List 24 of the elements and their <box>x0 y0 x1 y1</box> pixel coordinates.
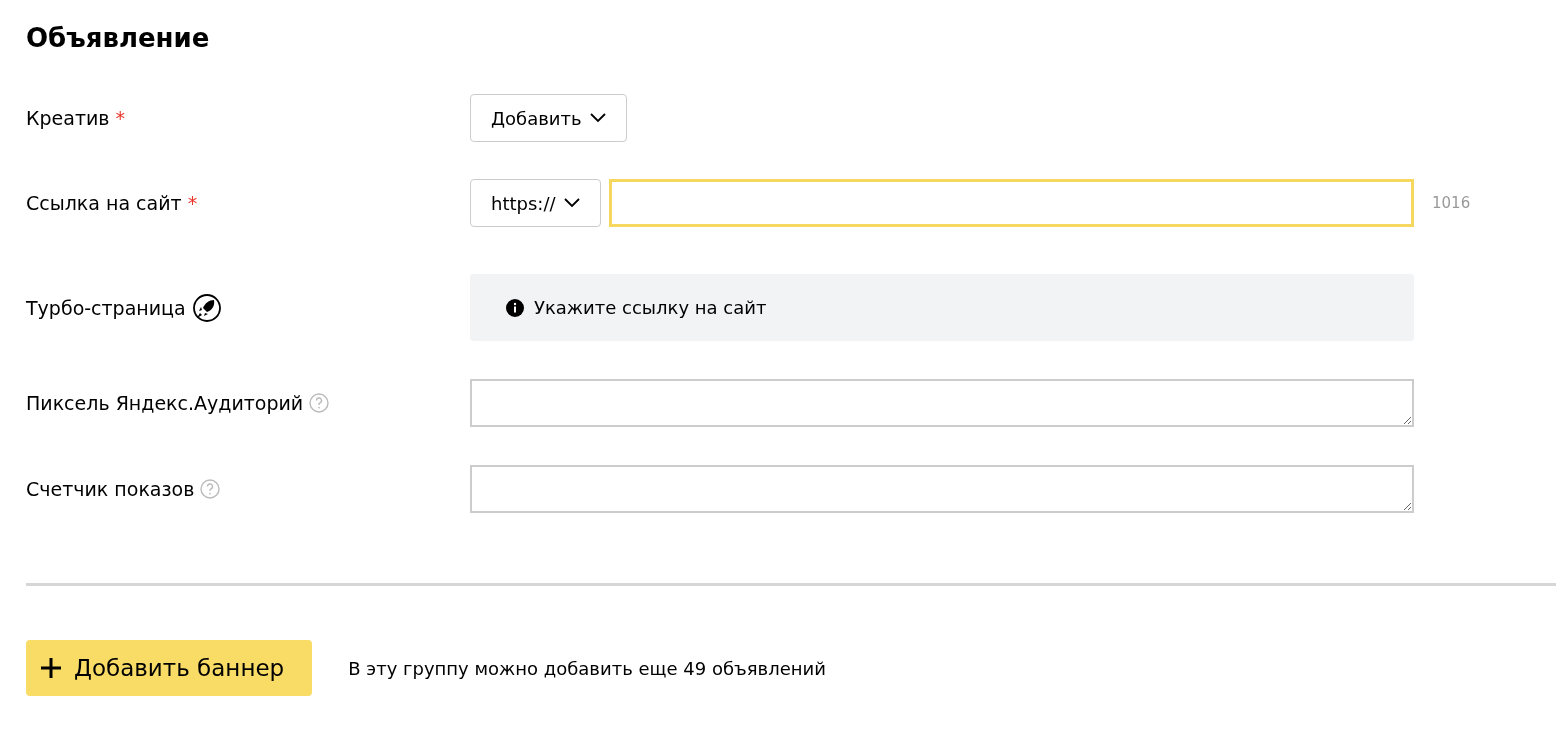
required-mark: * <box>115 107 125 129</box>
add-dropdown-button[interactable]: Добавить <box>470 94 627 142</box>
field-label: Креатив <box>26 107 110 129</box>
info-icon <box>506 298 524 317</box>
plus-icon <box>40 657 62 679</box>
help-icon[interactable] <box>200 479 221 499</box>
character-counter: 1016 <box>1432 194 1472 212</box>
chevron-down-icon <box>563 198 580 208</box>
field-label: Ссылка на сайт <box>26 192 182 214</box>
field-label: Турбо-страница <box>26 296 186 319</box>
field-label: Пиксель Яндекс.Аудиторий <box>26 392 304 414</box>
help-icon[interactable] <box>309 393 330 413</box>
required-mark: * <box>187 192 198 214</box>
banner-limit-note: В эту группу можно добавить еще 49 объявлений <box>348 657 826 679</box>
url-input-field[interactable] <box>608 179 1414 227</box>
rocket-icon <box>191 292 222 323</box>
chevron-down-icon <box>589 113 606 123</box>
text-area-field[interactable] <box>470 465 1414 513</box>
add-banner-button[interactable]: Добавить баннер <box>26 640 313 696</box>
field-label: Счетчик показов <box>26 478 195 500</box>
text-area-field[interactable] <box>470 379 1414 427</box>
section-title: Объявление <box>26 22 211 55</box>
protocol-dropdown[interactable]: https:// <box>470 179 601 227</box>
notice-text: Укажите ссылку на сайт <box>534 297 767 318</box>
